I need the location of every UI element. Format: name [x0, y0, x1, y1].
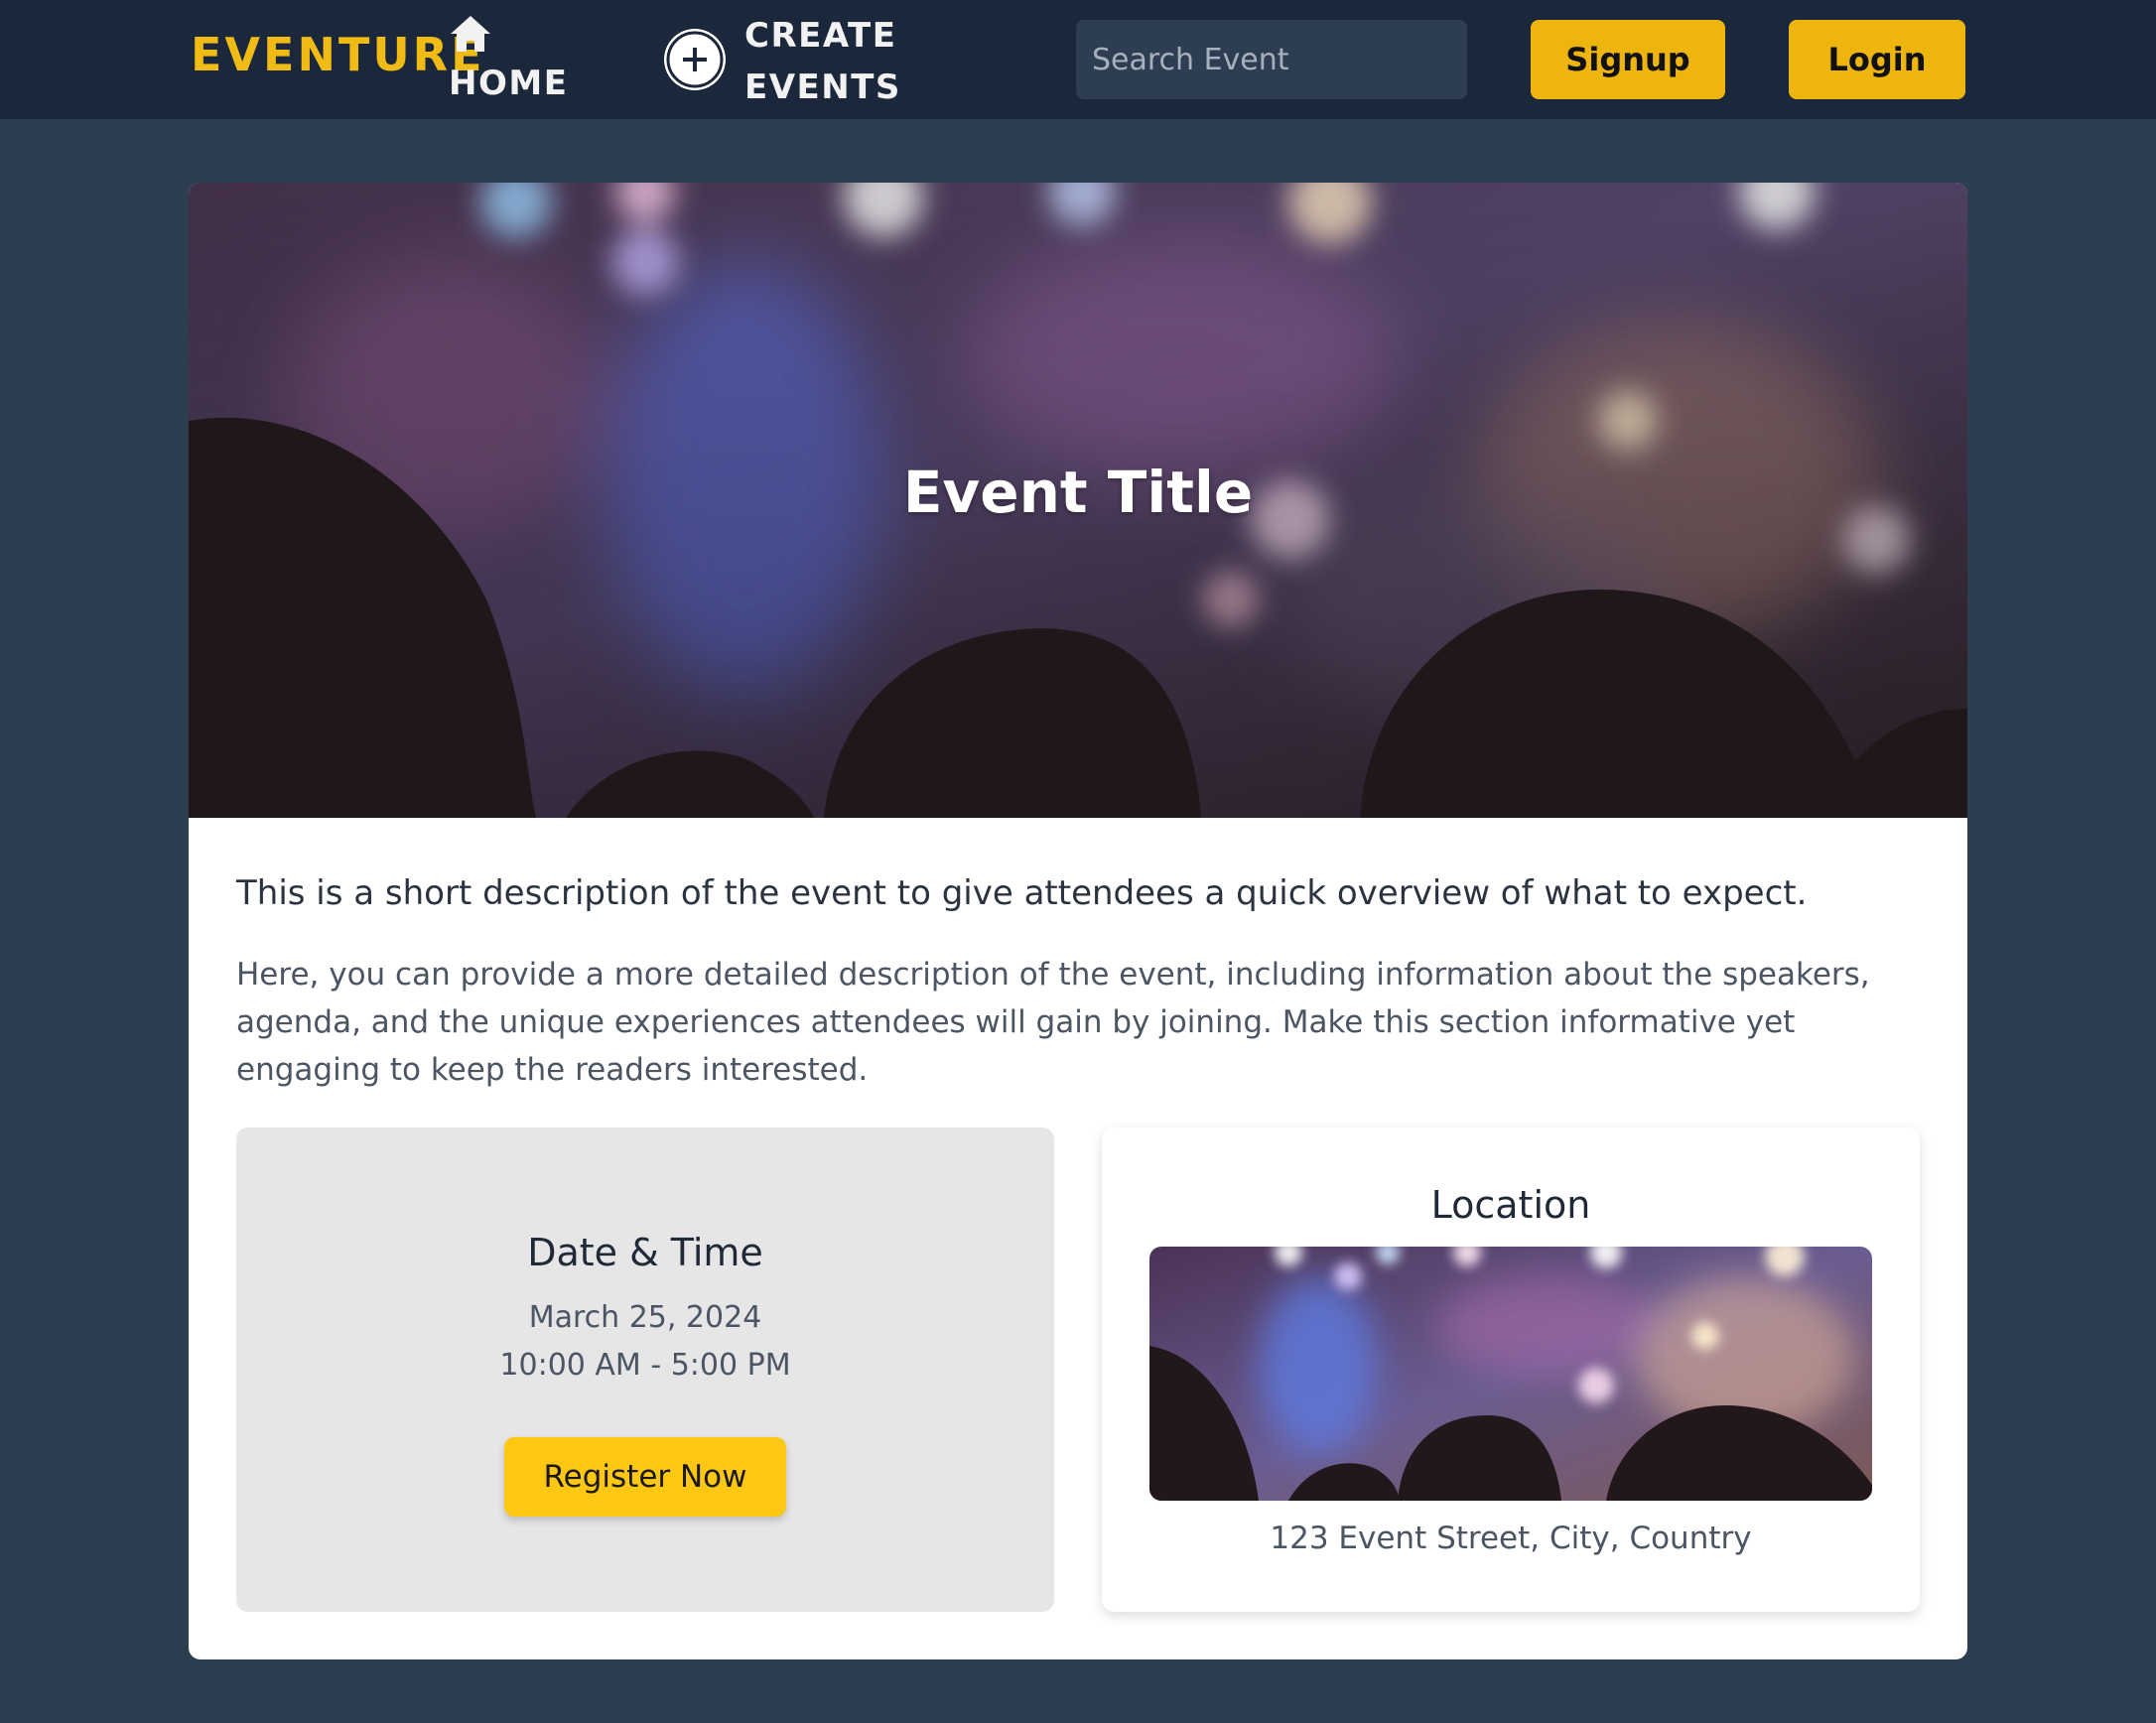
home-icon	[451, 16, 490, 52]
brand-logo[interactable]: EVENTURE	[191, 28, 485, 81]
date-time-panel: Date & Time March 25, 2024 10:00 AM - 5:…	[236, 1127, 1054, 1612]
nav-home-link[interactable]: HOME	[449, 14, 568, 109]
location-image	[1149, 1247, 1872, 1501]
event-time: 10:00 AM - 5:00 PM	[499, 1348, 791, 1383]
register-now-button[interactable]: Register Now	[504, 1437, 786, 1517]
event-short-description: This is a short description of the event…	[236, 873, 1808, 913]
navbar: EVENTURE HOME CREATE EVENTS Signup Login	[0, 0, 2156, 119]
event-card: Event Title This is a short description …	[189, 183, 1967, 1659]
search-input[interactable]	[1076, 20, 1467, 99]
login-button[interactable]: Login	[1789, 20, 1965, 99]
nav-create-label-line2: EVENTS	[744, 67, 901, 107]
event-date: March 25, 2024	[528, 1300, 762, 1335]
location-address: 123 Event Street, City, Country	[1270, 1521, 1752, 1556]
date-time-heading: Date & Time	[527, 1231, 763, 1274]
event-title: Event Title	[902, 459, 1254, 526]
nav-create-label-line1: CREATE	[744, 16, 897, 56]
event-long-description: Here, you can provide a more detailed de…	[236, 957, 1870, 1088]
nav-create-label: CREATE EVENTS	[744, 10, 901, 113]
event-hero: Event Title	[189, 183, 1967, 818]
location-heading: Location	[1430, 1183, 1591, 1227]
nav-create-events-link[interactable]: CREATE EVENTS	[661, 6, 919, 113]
signup-button[interactable]: Signup	[1531, 20, 1725, 99]
nav-home-label: HOME	[449, 64, 569, 103]
plus-circle-icon	[664, 29, 726, 90]
location-panel: Location 123 Event Street, City, Country	[1102, 1127, 1920, 1612]
location-concert-image	[1149, 1247, 1872, 1501]
